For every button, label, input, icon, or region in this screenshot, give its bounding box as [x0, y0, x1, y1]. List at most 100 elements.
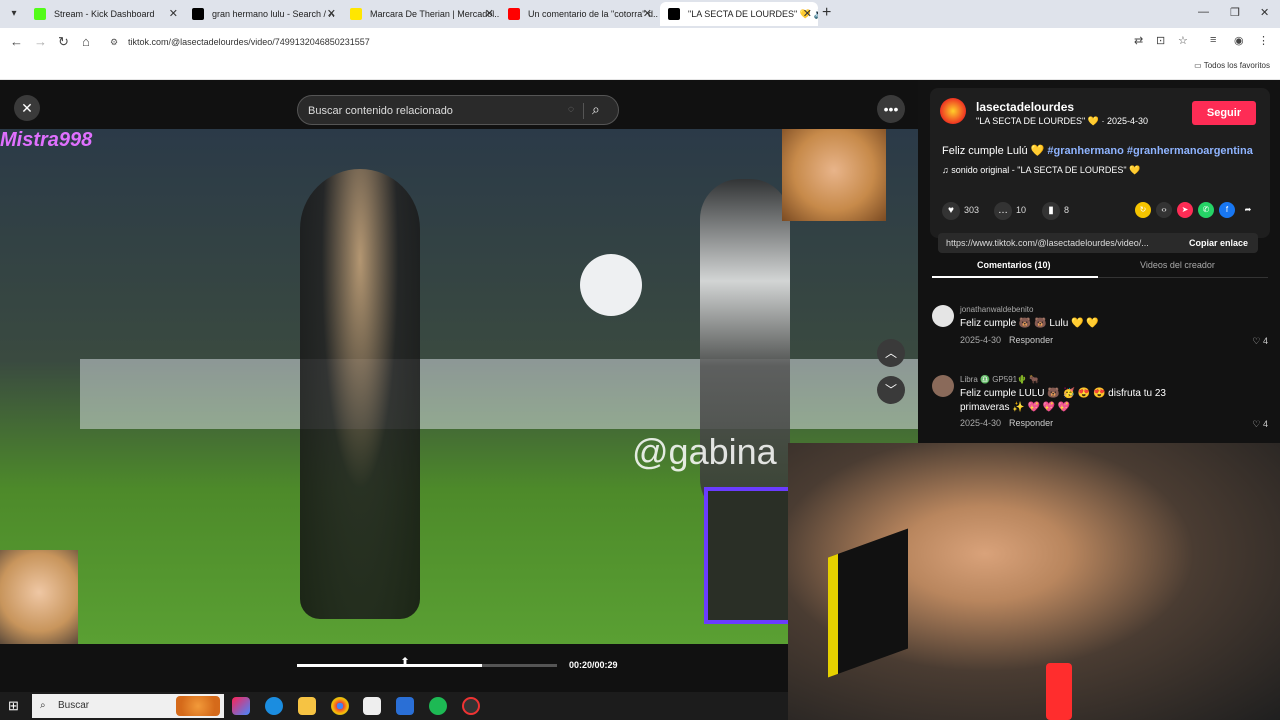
close-tab-icon[interactable]: ✕: [643, 2, 652, 26]
sound-link[interactable]: ♫ sonido original - "LA SECTA DE LOURDES…: [942, 165, 1140, 176]
tab-comments[interactable]: Comentarios (10): [977, 260, 1051, 270]
more-options-button[interactable]: •••: [877, 95, 905, 123]
file-explorer-icon[interactable]: [298, 697, 316, 715]
spotify-icon[interactable]: [429, 697, 447, 715]
store-icon[interactable]: [363, 697, 381, 715]
install-icon[interactable]: ⊡: [1156, 34, 1165, 47]
tab-title: Marcara De Therian | Mercadol...: [370, 9, 500, 19]
translate-icon[interactable]: ⇄: [1134, 34, 1143, 47]
repost-icon[interactable]: ↻: [1135, 202, 1151, 218]
menu-icon[interactable]: ⋮: [1258, 34, 1269, 47]
obs-icon[interactable]: [462, 697, 480, 715]
back-icon[interactable]: ←: [10, 34, 23, 49]
webcam-chair: [828, 528, 908, 678]
site-info-icon[interactable]: ⚙: [110, 32, 118, 52]
video-inset-frame: [704, 487, 794, 624]
close-tab-icon[interactable]: ✕: [327, 2, 336, 26]
copilot-icon[interactable]: [232, 697, 250, 715]
creator-avatar[interactable]: [940, 98, 966, 124]
tab-title: "LA SECTA DE LOURDES" 💛 🔊: [688, 9, 818, 19]
tab-search-icon[interactable]: ▾: [6, 6, 22, 22]
bookmark-icon[interactable]: ▮: [1042, 202, 1060, 220]
video-progress-fill: [297, 664, 482, 667]
browser-tab-bar: ▾ Stream - Kick Dashboard ✕ gran hermano…: [0, 0, 1280, 28]
comment-icon[interactable]: …: [994, 202, 1012, 220]
comment-like-count: 4: [1262, 336, 1268, 346]
browser-tab-x[interactable]: gran hermano lulu - Search / X ✕: [184, 2, 342, 26]
close-tab-icon[interactable]: ✕: [169, 2, 178, 26]
bookmark-star-icon[interactable]: ☆: [1178, 34, 1188, 47]
profile-icon[interactable]: ◉: [1234, 34, 1244, 47]
url-field[interactable]: ⚙ tiktok.com/@lasectadelourdes/video/749…: [106, 32, 1126, 52]
reply-button[interactable]: Responder: [1009, 335, 1053, 345]
follow-button[interactable]: Seguir: [1192, 101, 1256, 125]
browser-tab-mercadolibre[interactable]: Marcara De Therian | Mercadol... ✕: [342, 2, 500, 26]
like-count: 303: [964, 205, 980, 215]
commenter-avatar[interactable]: [932, 305, 954, 327]
video-progress-bar[interactable]: [297, 664, 557, 667]
tab-title: gran hermano lulu - Search / X: [212, 9, 335, 19]
commenter-name[interactable]: jonathanwaldebenito: [960, 305, 1033, 314]
video-watermark: @gabina: [632, 431, 777, 472]
reply-button[interactable]: Responder: [1009, 418, 1053, 428]
reload-icon[interactable]: ↻: [58, 34, 69, 50]
address-bar-row: ← → ↻ ⌂ ⚙ tiktok.com/@lasectadelourdes/v…: [0, 28, 1280, 56]
previous-video-button[interactable]: ︿: [877, 339, 905, 367]
hashtag-links[interactable]: #granhermano #granhermanoargentina: [1047, 145, 1252, 157]
heart-icon[interactable]: ♥: [942, 202, 960, 220]
facebook-icon[interactable]: f: [1219, 202, 1235, 218]
send-icon[interactable]: ➤: [1177, 202, 1193, 218]
save-stat[interactable]: ▮ 8: [1042, 202, 1069, 220]
browser-tab-youtube[interactable]: Un comentario de la "cotorra" d... ✕: [500, 2, 658, 26]
all-bookmarks-button[interactable]: ▭ Todos los favoritos: [1194, 61, 1270, 70]
heart-outline-icon: ♡: [1252, 336, 1263, 346]
related-search-input[interactable]: [308, 102, 558, 120]
whatsapp-icon[interactable]: ✆: [1198, 202, 1214, 218]
commenter-name[interactable]: Libra ♎ GP591🌵 🐂: [960, 375, 1039, 384]
taskbar-search[interactable]: ⌕ Buscar: [32, 694, 224, 718]
commenter-avatar[interactable]: [932, 375, 954, 397]
forward-icon[interactable]: →: [34, 34, 47, 49]
comment-like[interactable]: ♡ 4: [1252, 336, 1268, 347]
save-count: 8: [1064, 205, 1070, 215]
minimize-icon[interactable]: —: [1198, 6, 1209, 18]
panel-tabs: Comentarios (10) Videos del creador: [932, 256, 1268, 278]
comment-text: Feliz cumple LULU 🐻 🥳 😍 😍 disfruta tu 23…: [960, 388, 1166, 413]
tab-creator-videos[interactable]: Videos del creador: [1140, 260, 1215, 270]
video-overlay-face: [782, 129, 886, 221]
video-link: https://www.tiktok.com/@lasectadelourdes…: [946, 238, 1149, 248]
active-tab-underline: [932, 276, 1098, 278]
browser-tab-kick[interactable]: Stream - Kick Dashboard ✕: [26, 2, 184, 26]
youtube-icon: [508, 8, 520, 20]
like-stat[interactable]: ♥ 303: [942, 202, 979, 220]
share-icon[interactable]: ➦: [1240, 202, 1256, 218]
video-frame[interactable]: Mistra998 @gabina: [0, 129, 918, 644]
reading-list-icon[interactable]: ≡: [1210, 34, 1216, 46]
close-video-button[interactable]: ✕: [14, 95, 40, 121]
edge-icon[interactable]: [265, 697, 283, 715]
kick-icon: [34, 8, 46, 20]
home-icon[interactable]: ⌂: [82, 34, 90, 49]
heart-outline-icon: ♡: [1252, 419, 1263, 429]
next-video-button[interactable]: ﹀: [877, 376, 905, 404]
comment-like[interactable]: ♡ 4: [1252, 419, 1268, 430]
close-tab-icon[interactable]: ✕: [803, 2, 812, 26]
folder-icon: ▭: [1194, 61, 1204, 70]
comment-count: 10: [1016, 205, 1027, 215]
search-icon[interactable]: ⌕: [592, 101, 600, 118]
close-tab-icon[interactable]: ✕: [485, 2, 494, 26]
webcam-overlay: [788, 443, 1280, 720]
comment-stat[interactable]: … 10: [994, 202, 1026, 220]
video-link-row: https://www.tiktok.com/@lasectadelourdes…: [938, 233, 1258, 253]
x-icon: [192, 8, 204, 20]
chrome-icon[interactable]: [331, 697, 349, 715]
copy-link-button[interactable]: Copiar enlace: [1189, 233, 1248, 253]
close-window-icon[interactable]: ✕: [1260, 6, 1269, 19]
embed-icon[interactable]: ‹›: [1156, 202, 1172, 218]
mail-icon[interactable]: [396, 697, 414, 715]
maximize-icon[interactable]: ❐: [1230, 6, 1240, 19]
creator-username[interactable]: lasectadelourdes: [976, 100, 1074, 114]
new-tab-icon[interactable]: +: [822, 4, 831, 22]
windows-start-icon[interactable]: ⊞: [8, 698, 19, 714]
browser-tab-tiktok[interactable]: "LA SECTA DE LOURDES" 💛 🔊 ✕: [660, 2, 818, 26]
